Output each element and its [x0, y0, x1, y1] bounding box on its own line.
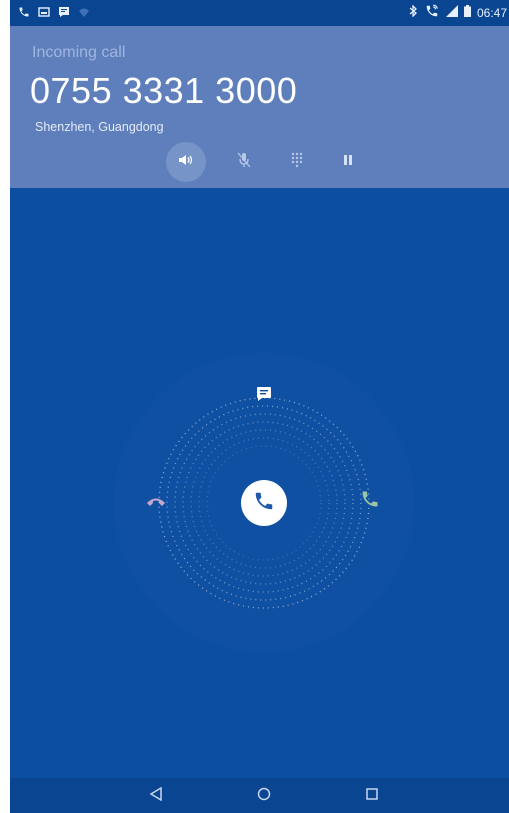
message-reply-target[interactable] [252, 384, 276, 408]
answer-icon [253, 490, 275, 517]
answer-handle-button[interactable] [241, 480, 287, 526]
answer-glow-pad [10, 188, 509, 778]
speaker-button[interactable] [166, 142, 206, 182]
signal-icon [445, 5, 458, 20]
call-active-icon [424, 4, 440, 21]
home-icon [257, 787, 271, 806]
in-call-controls [10, 140, 509, 184]
back-button[interactable] [147, 786, 165, 806]
decline-call-icon [145, 494, 167, 513]
recents-icon [365, 787, 379, 806]
speaker-icon [178, 153, 194, 172]
message-reply-icon [256, 386, 272, 407]
home-button[interactable] [255, 787, 273, 805]
message-icon [58, 5, 70, 17]
hold-button[interactable] [328, 142, 368, 182]
caller-phone-number: 0755 3331 3000 [30, 70, 298, 111]
status-right-icons: 06:47 [408, 4, 507, 21]
call-header: Incoming call 0755 3331 3000 Shenzhen, G… [10, 26, 509, 188]
status-bar: 06:47 [10, 0, 509, 26]
screenshot-icon [38, 5, 50, 17]
recents-button[interactable] [363, 787, 381, 805]
phone-icon [18, 5, 30, 17]
decline-target[interactable] [143, 490, 169, 516]
mute-button[interactable] [224, 142, 264, 182]
accept-call-icon [360, 489, 380, 514]
incoming-call-screen: 06:47 Incoming call 0755 3331 3000 Shenz… [10, 0, 509, 813]
accept-target[interactable] [357, 488, 383, 514]
dialpad-button[interactable] [277, 142, 317, 182]
bluetooth-icon [408, 4, 418, 20]
dialpad-icon [290, 152, 304, 173]
wifi-icon [78, 5, 90, 17]
back-icon [149, 786, 163, 806]
status-left-icons [18, 5, 90, 17]
status-time: 06:47 [476, 5, 507, 20]
battery-icon [463, 5, 471, 20]
mute-mic-icon [237, 152, 251, 173]
call-state-label: Incoming call [32, 44, 126, 61]
pause-icon [343, 153, 353, 171]
navigation-bar [10, 778, 509, 813]
caller-location: Shenzhen, Guangdong [35, 120, 164, 134]
